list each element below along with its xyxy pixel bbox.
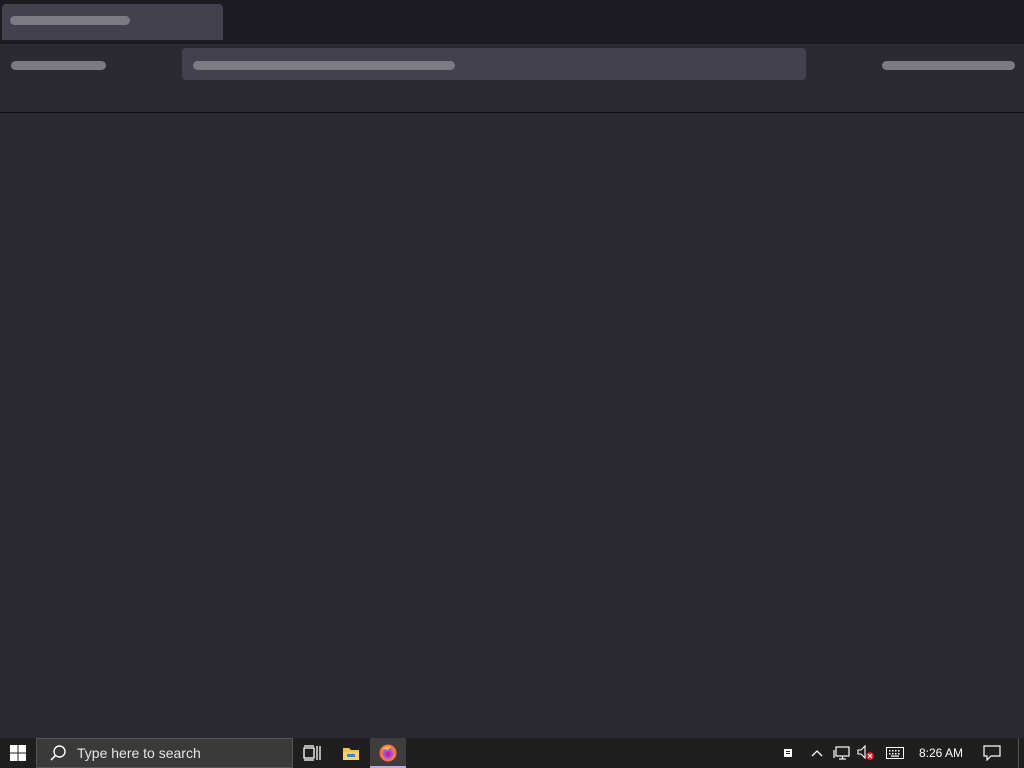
- action-center-icon: [983, 745, 1001, 761]
- network-button[interactable]: [832, 738, 852, 768]
- firefox-icon: [379, 744, 397, 762]
- keyboard-icon: [886, 747, 904, 759]
- taskbar-search[interactable]: Type here to search: [36, 738, 293, 768]
- page-content: [0, 113, 1024, 738]
- taskbar: Type here to search 8:26 AM: [0, 738, 1024, 768]
- volume-muted-icon: [857, 745, 874, 760]
- start-button[interactable]: [0, 738, 36, 768]
- chevron-up-icon: [811, 750, 823, 757]
- show-desktop-button[interactable]: [1018, 738, 1024, 768]
- notification-badge[interactable]: [780, 738, 796, 768]
- tab-active[interactable]: [2, 4, 223, 40]
- url-bar[interactable]: [182, 48, 806, 80]
- nav-toolbar: [0, 44, 1024, 113]
- nav-buttons-placeholder: [11, 61, 106, 70]
- notification-badge-icon: [784, 749, 792, 757]
- search-icon: [50, 745, 66, 761]
- firefox-taskbar-button[interactable]: [370, 738, 406, 768]
- task-view-icon: [303, 745, 321, 761]
- show-hidden-icons-button[interactable]: [808, 738, 826, 768]
- folder-icon: [343, 748, 359, 760]
- task-view-button[interactable]: [296, 738, 328, 768]
- tab-strip: [0, 0, 1024, 44]
- toolbar-icons-placeholder: [882, 61, 1015, 70]
- touch-keyboard-button[interactable]: [884, 738, 906, 768]
- action-center-button[interactable]: [980, 738, 1004, 768]
- taskbar-clock[interactable]: 8:26 AM: [912, 738, 970, 768]
- search-placeholder: Type here to search: [77, 745, 201, 761]
- volume-button[interactable]: [856, 738, 876, 768]
- tab-title-placeholder: [10, 16, 130, 25]
- url-placeholder: [193, 61, 455, 70]
- file-explorer-button[interactable]: [334, 738, 368, 768]
- network-icon: [833, 746, 850, 760]
- windows-logo-icon: [10, 745, 26, 761]
